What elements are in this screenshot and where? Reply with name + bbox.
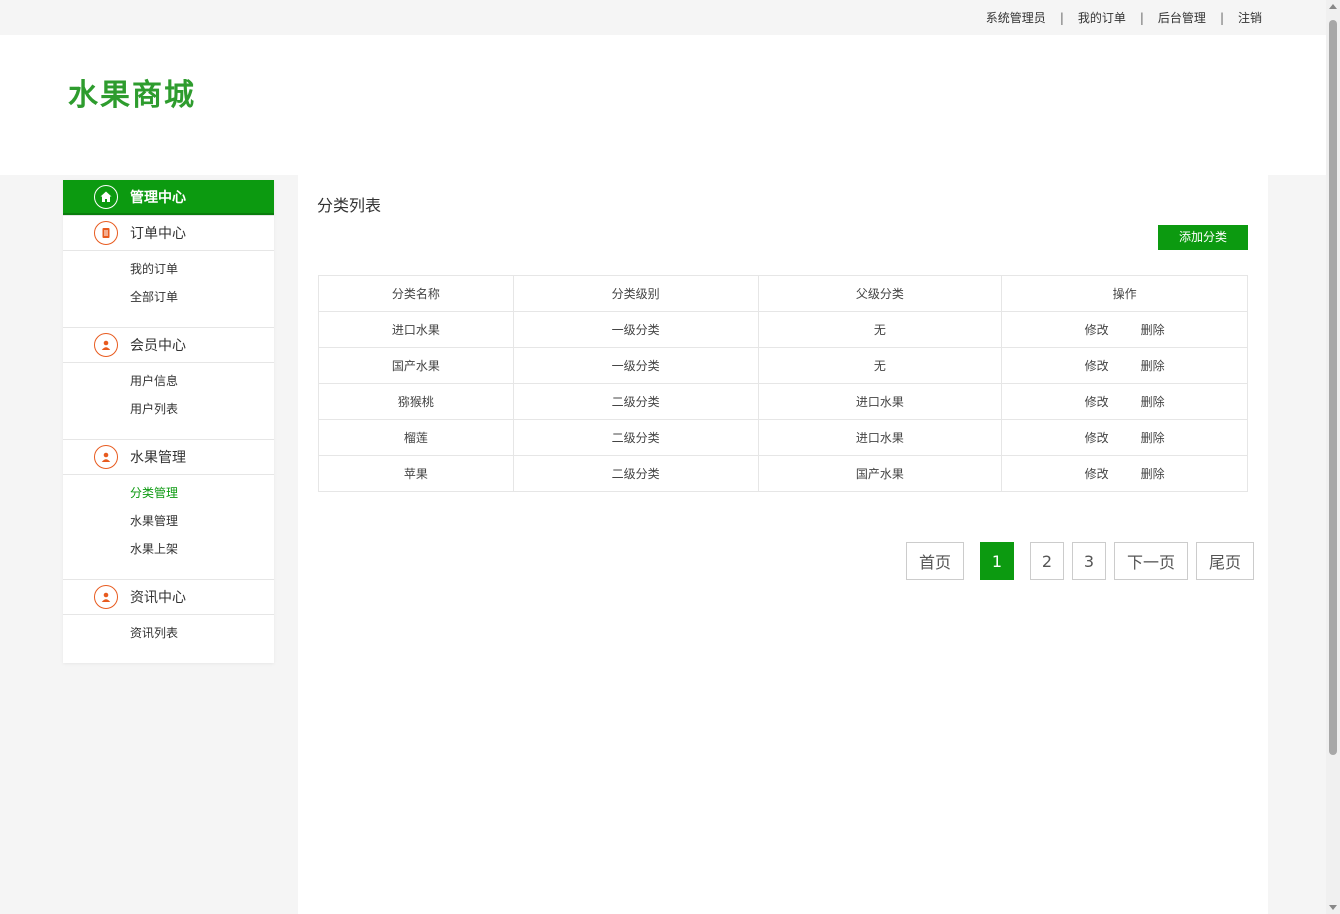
category-table: 分类名称 分类级别 父级分类 操作 进口水果 一级分类 无 修改 删除 国产水果 … [318, 275, 1248, 492]
nav-separator: | [1219, 10, 1224, 25]
cell-level: 二级分类 [512, 419, 759, 456]
cell-name: 猕猴桃 [318, 383, 514, 420]
cell-level: 一级分类 [512, 311, 759, 348]
nav-separator: | [1059, 10, 1064, 25]
cell-parent: 无 [757, 347, 1003, 384]
vertical-scrollbar[interactable] [1326, 0, 1340, 914]
sidebar-item-my-orders[interactable]: 我的订单 [63, 255, 274, 283]
cell-parent: 进口水果 [757, 419, 1003, 456]
admin-link[interactable]: 后台管理 [1158, 9, 1206, 26]
home-icon [94, 184, 118, 209]
column-header-name: 分类名称 [318, 275, 514, 312]
sidebar-group-label: 会员中心 [130, 338, 186, 354]
page-button-2[interactable]: 2 [1030, 542, 1064, 580]
delete-link[interactable]: 删除 [1141, 323, 1165, 337]
column-header-parent: 父级分类 [757, 275, 1003, 312]
edit-link[interactable]: 修改 [1085, 395, 1109, 409]
sidebar-submenu: 分类管理 水果管理 水果上架 [63, 475, 274, 579]
edit-link[interactable]: 修改 [1085, 467, 1109, 481]
cell-name: 国产水果 [318, 347, 514, 384]
sidebar-group-fruit[interactable]: 水果管理 [63, 439, 274, 475]
sidebar-item-user-info[interactable]: 用户信息 [63, 367, 274, 395]
user-icon [94, 445, 118, 469]
sidebar-item-admin-center[interactable]: 管理中心 [63, 180, 274, 215]
edit-link[interactable]: 修改 [1085, 431, 1109, 445]
next-page-button[interactable]: 下一页 [1114, 542, 1188, 580]
main-content: 分类列表 添加分类 分类名称 分类级别 父级分类 操作 进口水果 一级分类 无 … [298, 175, 1268, 914]
user-link[interactable]: 系统管理员 [986, 9, 1046, 26]
top-nav: 系统管理员 | 我的订单 | 后台管理 | 注销 [986, 9, 1262, 26]
first-page-button[interactable]: 首页 [906, 542, 964, 580]
cell-parent: 国产水果 [757, 455, 1003, 492]
sidebar-group-members[interactable]: 会员中心 [63, 327, 274, 363]
column-header-actions: 操作 [1001, 275, 1248, 312]
sidebar-group-label: 订单中心 [130, 226, 186, 242]
logout-link[interactable]: 注销 [1238, 9, 1262, 26]
table-row: 进口水果 一级分类 无 修改 删除 [318, 311, 1248, 348]
nav-separator: | [1139, 10, 1144, 25]
sidebar-submenu: 资讯列表 [63, 615, 274, 647]
column-header-level: 分类级别 [512, 275, 759, 312]
page-button-1[interactable]: 1 [980, 542, 1014, 580]
sidebar-submenu: 我的订单 全部订单 [63, 251, 274, 327]
top-bar: 系统管理员 | 我的订单 | 后台管理 | 注销 [0, 0, 1326, 35]
my-orders-link[interactable]: 我的订单 [1078, 9, 1126, 26]
sidebar-item-fruit-shelf[interactable]: 水果上架 [63, 535, 274, 563]
user-icon [94, 585, 118, 609]
table-row: 苹果 二级分类 国产水果 修改 删除 [318, 455, 1248, 492]
edit-link[interactable]: 修改 [1085, 359, 1109, 373]
user-icon [94, 333, 118, 357]
delete-link[interactable]: 删除 [1141, 431, 1165, 445]
sidebar-item-user-list[interactable]: 用户列表 [63, 395, 274, 423]
cell-actions: 修改 删除 [1001, 383, 1248, 420]
sidebar-item-fruit-manage[interactable]: 水果管理 [63, 507, 274, 535]
cell-parent: 无 [757, 311, 1003, 348]
table-row: 榴莲 二级分类 进口水果 修改 删除 [318, 419, 1248, 456]
sidebar: 管理中心 订单中心 我的订单 全部订单 会员中心 用户信息 用户列表 水果管理 … [63, 180, 274, 663]
scroll-up-arrow-icon[interactable] [1329, 4, 1337, 9]
sidebar-group-orders[interactable]: 订单中心 [63, 215, 274, 251]
header: 水果商城 [0, 35, 1326, 175]
cell-actions: 修改 删除 [1001, 419, 1248, 456]
cell-name: 苹果 [318, 455, 514, 492]
pagination: 首页 1 2 3 下一页 尾页 [906, 542, 1254, 580]
edit-link[interactable]: 修改 [1085, 323, 1109, 337]
sidebar-group-news[interactable]: 资讯中心 [63, 579, 274, 615]
delete-link[interactable]: 删除 [1141, 395, 1165, 409]
site-logo[interactable]: 水果商城 [68, 70, 196, 114]
scroll-down-arrow-icon[interactable] [1329, 905, 1337, 910]
add-category-button[interactable]: 添加分类 [1158, 225, 1248, 250]
sidebar-item-news-list[interactable]: 资讯列表 [63, 619, 274, 647]
page-title: 分类列表 [317, 196, 382, 215]
sidebar-group-label: 水果管理 [130, 450, 186, 466]
table-header-row: 分类名称 分类级别 父级分类 操作 [318, 275, 1248, 312]
sidebar-item-all-orders[interactable]: 全部订单 [63, 283, 274, 311]
table-row: 猕猴桃 二级分类 进口水果 修改 删除 [318, 383, 1248, 420]
delete-link[interactable]: 删除 [1141, 359, 1165, 373]
page-button-3[interactable]: 3 [1072, 542, 1106, 580]
document-icon [94, 221, 118, 245]
cell-parent: 进口水果 [757, 383, 1003, 420]
cell-level: 一级分类 [512, 347, 759, 384]
cell-actions: 修改 删除 [1001, 455, 1248, 492]
sidebar-item-label: 管理中心 [130, 189, 186, 206]
sidebar-submenu: 用户信息 用户列表 [63, 363, 274, 439]
last-page-button[interactable]: 尾页 [1196, 542, 1254, 580]
cell-level: 二级分类 [512, 455, 759, 492]
sidebar-item-category-manage[interactable]: 分类管理 [63, 479, 274, 507]
cell-name: 榴莲 [318, 419, 514, 456]
cell-name: 进口水果 [318, 311, 514, 348]
cell-actions: 修改 删除 [1001, 347, 1248, 384]
table-row: 国产水果 一级分类 无 修改 删除 [318, 347, 1248, 384]
delete-link[interactable]: 删除 [1141, 467, 1165, 481]
sidebar-group-label: 资讯中心 [130, 590, 186, 606]
cell-actions: 修改 删除 [1001, 311, 1248, 348]
scrollbar-thumb[interactable] [1329, 20, 1337, 755]
cell-level: 二级分类 [512, 383, 759, 420]
